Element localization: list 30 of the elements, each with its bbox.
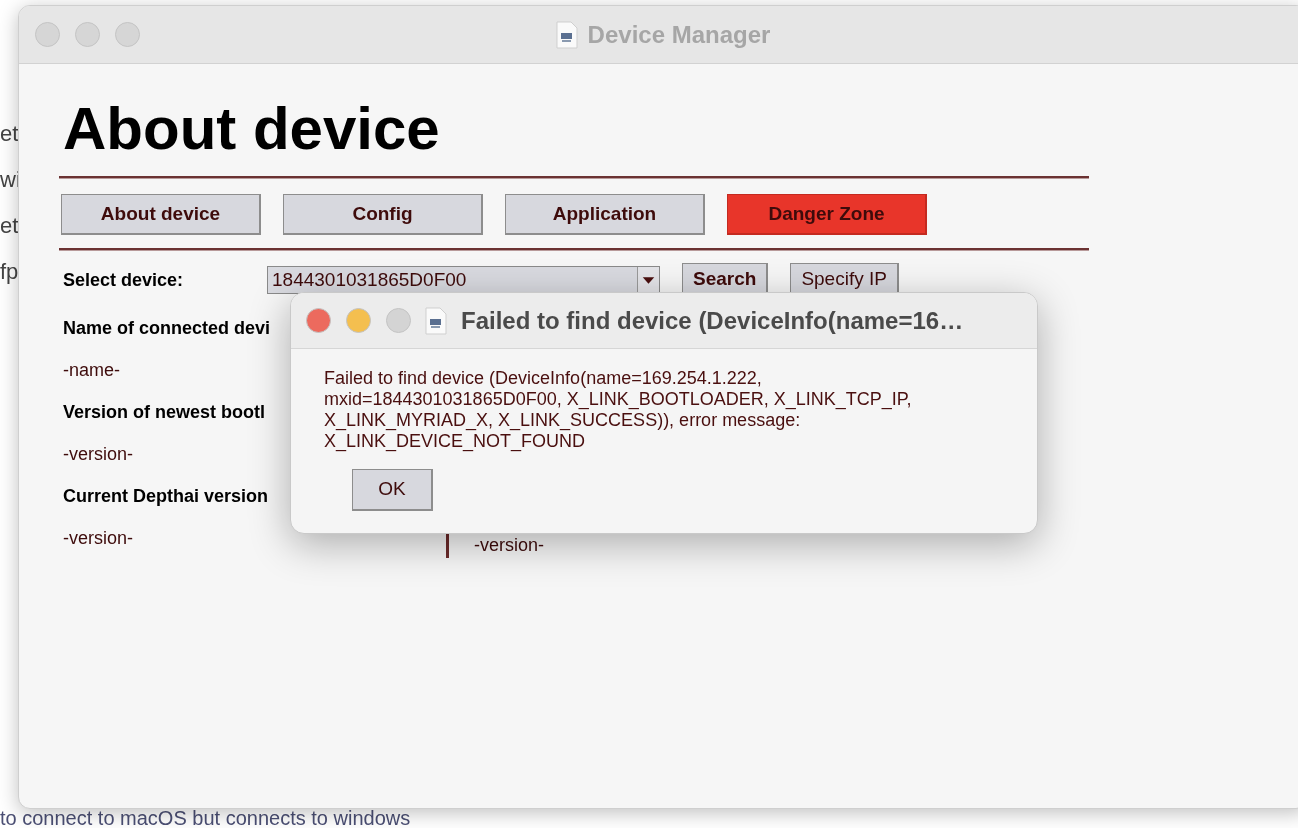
background-text: fp	[0, 260, 20, 284]
info-value: -version-	[474, 534, 544, 557]
info-label: Version of newest bootl	[63, 401, 266, 424]
info-label: Current Depthai version	[63, 485, 269, 508]
window-title: Device Manager	[587, 20, 771, 50]
tab-button[interactable]: Application	[505, 194, 705, 235]
document-icon	[555, 21, 578, 49]
error-message: Failed to find device (DeviceInfo(name=169.254.1.222, mxid=1844301031865D0F00, X_LINK_BOOTLOADER, X_LINK_TCP_IP, X_LINK_MYRIAD_X, X_LINK_SUCCESS)), error message: X_LINK_DEVICE_NOT_FOUND	[324, 368, 913, 452]
page-heading: About device	[63, 94, 441, 164]
close-icon[interactable]	[35, 22, 60, 47]
background-text: et	[0, 214, 20, 238]
zoom-icon[interactable]	[115, 22, 140, 47]
ok-button[interactable]: OK	[352, 469, 433, 511]
tab-button[interactable]: Config	[283, 194, 483, 235]
tab-button[interactable]: About device	[61, 194, 261, 235]
minimize-icon[interactable]	[75, 22, 100, 47]
background-text: et	[0, 122, 20, 146]
background-text: to connect to macOS but connects to windows	[0, 809, 411, 828]
info-value: -version-	[63, 527, 133, 550]
device-dropdown[interactable]: 1844301031865D0F00	[267, 266, 660, 294]
minimize-icon[interactable]	[346, 308, 371, 333]
zoom-icon[interactable]	[386, 308, 411, 333]
tab-button[interactable]: Danger Zone	[727, 194, 927, 235]
field-label: Select device:	[63, 268, 185, 292]
info-label: Name of connected devi	[63, 317, 271, 340]
document-icon	[425, 306, 447, 335]
info-value: -name-	[63, 359, 120, 382]
info-value: -version-	[63, 443, 133, 466]
dialog-title: Failed to find device (DeviceInfo(name=16…	[461, 305, 964, 336]
close-icon[interactable]	[306, 308, 331, 333]
